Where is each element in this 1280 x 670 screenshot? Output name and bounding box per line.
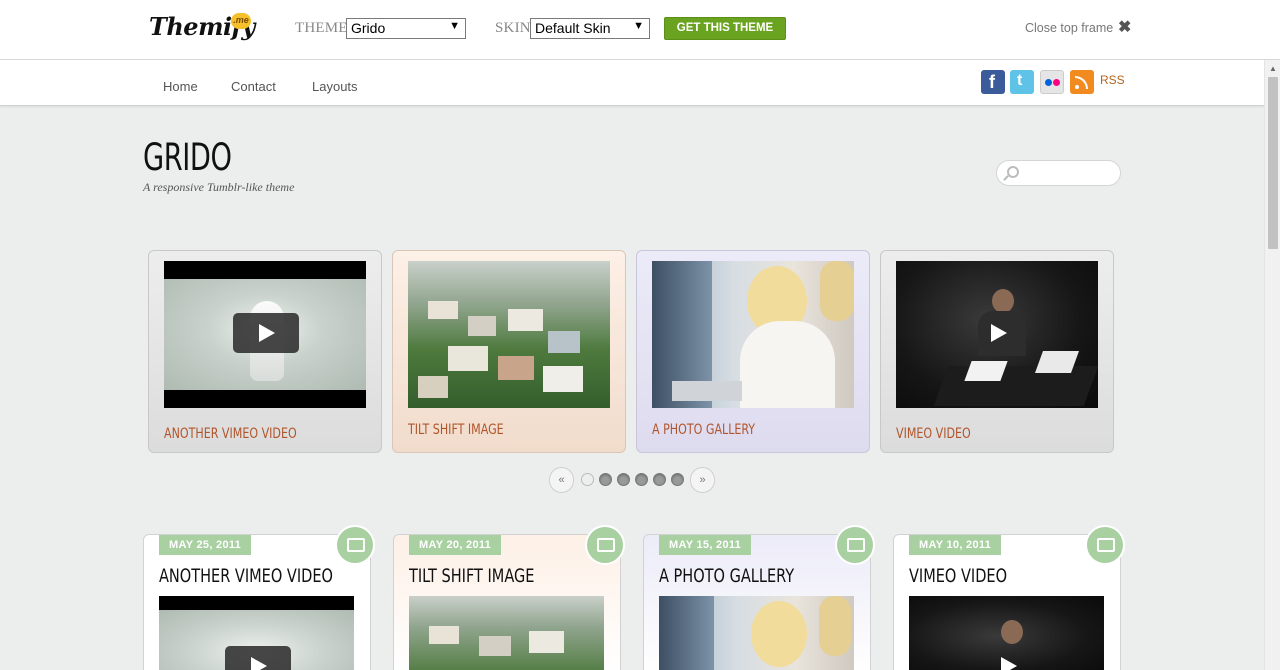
theme-select[interactable]: Grido ▼ bbox=[346, 18, 466, 39]
slider-dot[interactable] bbox=[599, 473, 612, 486]
slide-thumbnail[interactable] bbox=[652, 261, 854, 408]
skin-select[interactable]: Default Skin ▼ bbox=[530, 18, 650, 39]
post-title[interactable]: VIMEO VIDEO bbox=[909, 565, 1007, 587]
slider-dot[interactable] bbox=[635, 473, 648, 486]
post-date: MAY 15, 2011 bbox=[659, 535, 752, 555]
nav-contact[interactable]: Contact bbox=[231, 79, 276, 94]
nav-layouts[interactable]: Layouts bbox=[312, 79, 358, 94]
video-clapper-icon[interactable] bbox=[1085, 525, 1125, 565]
slider-dot[interactable] bbox=[671, 473, 684, 486]
skin-label: SKIN bbox=[495, 20, 531, 36]
site-tagline: A responsive Tumblr-like theme bbox=[143, 180, 295, 194]
scroll-thumb[interactable] bbox=[1268, 77, 1278, 249]
page-scrollbar[interactable]: ▲ bbox=[1264, 60, 1280, 670]
rss-link[interactable]: RSS bbox=[1100, 73, 1125, 87]
post-media[interactable] bbox=[659, 596, 854, 670]
play-icon[interactable] bbox=[233, 313, 299, 353]
slide-caption[interactable]: TILT SHIFT IMAGE bbox=[408, 422, 504, 438]
gallery-icon[interactable] bbox=[835, 525, 875, 565]
slider-next-button[interactable]: » bbox=[690, 467, 715, 493]
slide-caption[interactable]: VIMEO VIDEO bbox=[896, 426, 971, 442]
get-this-theme-button[interactable]: GET THIS THEME bbox=[664, 17, 786, 40]
slide-a-photo-gallery[interactable]: A PHOTO GALLERY bbox=[636, 250, 870, 453]
slide-tilt-shift-image[interactable]: TILT SHIFT IMAGE bbox=[392, 250, 626, 453]
image-icon[interactable] bbox=[585, 525, 625, 565]
skin-select-value: Default Skin bbox=[535, 20, 611, 36]
rss-icon[interactable] bbox=[1070, 70, 1094, 94]
play-icon[interactable] bbox=[225, 646, 291, 670]
slide-thumbnail[interactable] bbox=[408, 261, 610, 408]
post-title[interactable]: A PHOTO GALLERY bbox=[659, 565, 794, 587]
slider-dot[interactable] bbox=[581, 473, 594, 486]
post-media[interactable] bbox=[159, 596, 354, 670]
post-date: MAY 25, 2011 bbox=[159, 535, 252, 555]
search-icon bbox=[1007, 166, 1019, 178]
close-icon[interactable]: ✖ bbox=[1118, 17, 1131, 37]
post-date: MAY 20, 2011 bbox=[409, 535, 502, 555]
theme-label: THEME bbox=[295, 20, 348, 36]
theme-select-value: Grido bbox=[351, 20, 386, 36]
facebook-icon[interactable]: f bbox=[981, 70, 1005, 94]
logo-badge: .me bbox=[231, 13, 251, 29]
play-icon[interactable] bbox=[975, 646, 1041, 670]
slide-thumbnail[interactable] bbox=[164, 261, 366, 408]
flickr-icon[interactable] bbox=[1040, 70, 1064, 94]
post-card: MAY 15, 2011 A PHOTO GALLERY bbox=[643, 525, 875, 670]
slide-vimeo-video[interactable]: VIMEO VIDEO bbox=[880, 250, 1114, 453]
search-input[interactable] bbox=[996, 160, 1121, 186]
main-nav: Home Contact Layouts f t RSS bbox=[0, 60, 1264, 106]
post-date: MAY 10, 2011 bbox=[909, 535, 1002, 555]
video-clapper-icon[interactable] bbox=[335, 525, 375, 565]
close-top-frame-link[interactable]: Close top frame bbox=[1025, 21, 1113, 35]
top-frame: Themify .me THEME Grido ▼ SKIN Default S… bbox=[0, 0, 1280, 60]
post-card: MAY 20, 2011 TILT SHIFT IMAGE bbox=[393, 525, 625, 670]
slider-dot[interactable] bbox=[653, 473, 666, 486]
nav-home[interactable]: Home bbox=[163, 79, 198, 94]
slide-caption[interactable]: A PHOTO GALLERY bbox=[652, 422, 755, 438]
post-title[interactable]: ANOTHER VIMEO VIDEO bbox=[159, 565, 333, 587]
dropdown-arrow-icon: ▼ bbox=[633, 20, 644, 32]
twitter-icon[interactable]: t bbox=[1010, 70, 1034, 94]
post-media[interactable] bbox=[409, 596, 604, 670]
post-media[interactable] bbox=[909, 596, 1104, 670]
play-icon[interactable] bbox=[965, 313, 1031, 353]
slider-dot[interactable] bbox=[617, 473, 630, 486]
scroll-up-arrow-icon[interactable]: ▲ bbox=[1269, 64, 1277, 73]
slide-another-vimeo-video[interactable]: ANOTHER VIMEO VIDEO bbox=[148, 250, 382, 453]
post-card: MAY 10, 2011 VIMEO VIDEO bbox=[893, 525, 1125, 670]
site-title[interactable]: GRIDO bbox=[143, 136, 232, 179]
slide-caption[interactable]: ANOTHER VIMEO VIDEO bbox=[164, 426, 297, 442]
slide-thumbnail[interactable] bbox=[896, 261, 1098, 408]
dropdown-arrow-icon: ▼ bbox=[449, 20, 460, 32]
post-card: MAY 25, 2011 ANOTHER VIMEO VIDEO bbox=[143, 525, 375, 670]
slider-prev-button[interactable]: « bbox=[549, 467, 574, 493]
post-title[interactable]: TILT SHIFT IMAGE bbox=[409, 565, 534, 587]
